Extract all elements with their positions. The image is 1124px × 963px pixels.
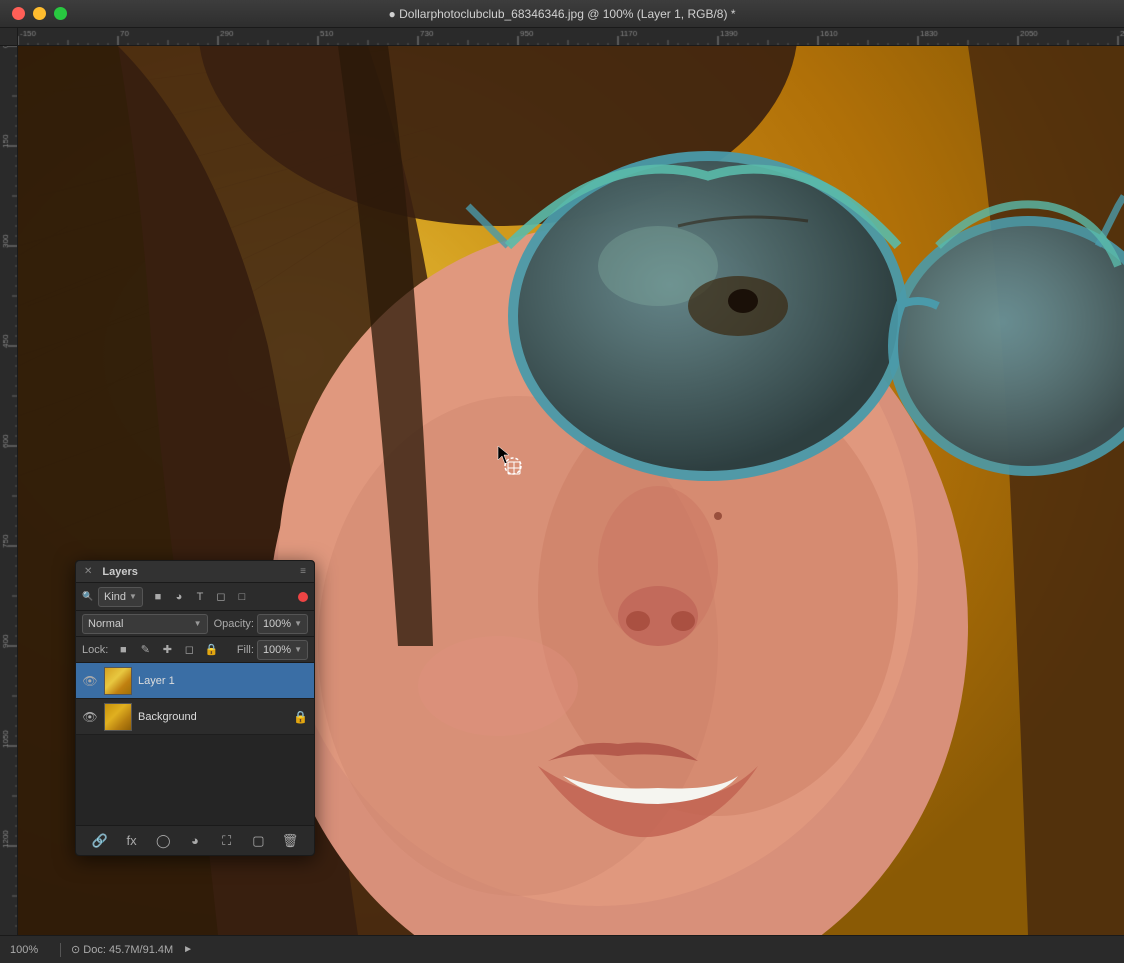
ruler-top <box>0 28 1124 46</box>
filter-pixel-icon[interactable]: ■ <box>149 588 167 606</box>
layers-filter-bar: 🔍 Kind ▼ ■ ◕ T ◻ □ <box>76 583 314 611</box>
new-layer-button[interactable]: ▢ <box>247 830 269 852</box>
opacity-chevron: ▼ <box>294 619 302 628</box>
layers-panel-titlebar[interactable]: ✕ Layers ≡ <box>76 561 314 583</box>
fill-dropdown[interactable]: 100% ▼ <box>257 640 308 660</box>
opacity-label: Opacity: <box>214 618 254 630</box>
new-group-button[interactable]: ⛶ <box>216 830 238 852</box>
background-visibility[interactable]: 👁 <box>82 709 98 725</box>
background-layer-name: Background <box>138 711 287 723</box>
titlebar-left: ✕ Layers <box>84 566 138 578</box>
filter-icons-row: ■ ◕ T ◻ □ <box>149 588 251 606</box>
blend-mode-label: Normal <box>88 618 191 630</box>
lock-transparent-button[interactable]: ■ <box>114 641 132 659</box>
filter-kind-chevron: ▼ <box>129 592 137 601</box>
layers-blend-row: Normal ▼ Opacity: 100% ▼ <box>76 611 314 637</box>
opacity-dropdown[interactable]: 100% ▼ <box>257 614 308 634</box>
blend-mode-chevron: ▼ <box>194 619 202 628</box>
fill-label: Fill: <box>237 644 254 656</box>
opacity-value: 100% <box>263 618 291 630</box>
minimize-button[interactable] <box>33 7 46 20</box>
search-icon: 🔍 <box>82 591 94 603</box>
layers-empty-area <box>76 735 314 825</box>
ruler-horizontal <box>18 28 1124 46</box>
layer-row[interactable]: 👁 Layer 1 <box>76 663 314 699</box>
layer-1-thumbnail <box>104 667 132 695</box>
layer-effects-button[interactable]: fx <box>121 830 143 852</box>
window-controls[interactable] <box>12 7 67 20</box>
layer-lock-icon: 🔒 <box>293 710 308 724</box>
layers-list: 👁 Layer 1 👁 Background 🔒 <box>76 663 314 735</box>
blend-mode-dropdown[interactable]: Normal ▼ <box>82 614 208 634</box>
layer-1-visibility[interactable]: 👁 <box>82 673 98 689</box>
lock-artboard-button[interactable]: ◻ <box>180 641 198 659</box>
layers-panel: ✕ Layers ≡ 🔍 Kind ▼ ■ ◕ T ◻ □ Normal ▼ O <box>75 560 315 856</box>
layer-1-name: Layer 1 <box>138 675 308 687</box>
filter-kind-label: Kind <box>104 591 126 603</box>
lock-pixels-button[interactable]: ✎ <box>136 641 154 659</box>
status-divider-1 <box>60 943 61 957</box>
fill-chevron: ▼ <box>294 645 302 654</box>
add-mask-button[interactable]: ◯ <box>152 830 174 852</box>
title-bar: ● Dollarphotoclubclub_68346346.jpg @ 100… <box>0 0 1124 28</box>
layer-row[interactable]: 👁 Background 🔒 <box>76 699 314 735</box>
status-expand-button[interactable]: ► <box>183 944 193 955</box>
panel-menu-icon[interactable]: ≡ <box>300 566 306 577</box>
background-thumbnail <box>104 703 132 731</box>
window-title: ● Dollarphotoclubclub_68346346.jpg @ 100… <box>389 7 736 21</box>
maximize-button[interactable] <box>54 7 67 20</box>
new-fill-adjustment-button[interactable]: ◕ <box>184 830 206 852</box>
panel-close-icon[interactable]: ✕ <box>84 566 92 577</box>
opacity-group: Opacity: 100% ▼ <box>214 614 308 634</box>
filter-shape-icon[interactable]: ◻ <box>212 588 230 606</box>
filter-smart-icon[interactable]: □ <box>233 588 251 606</box>
filter-type-icon[interactable]: T <box>191 588 209 606</box>
layers-panel-title: Layers <box>102 566 137 578</box>
zoom-level: 100% <box>10 944 50 956</box>
ruler-corner <box>0 28 18 46</box>
link-layers-button[interactable]: 🔗 <box>89 830 111 852</box>
close-button[interactable] <box>12 7 25 20</box>
ruler-left <box>0 46 18 935</box>
lock-position-button[interactable]: ✚ <box>158 641 176 659</box>
delete-layer-button[interactable]: 🗑 <box>279 830 301 852</box>
fill-value: 100% <box>263 644 291 656</box>
layers-bottom-bar: 🔗 fx ◯ ◕ ⛶ ▢ 🗑 <box>76 825 314 855</box>
fill-group: Fill: 100% ▼ <box>237 640 308 660</box>
doc-icon: ⊙ <box>71 944 80 956</box>
doc-size: ⊙ Doc: 45.7M/91.4M <box>71 943 173 956</box>
lock-label: Lock: <box>82 644 108 656</box>
filter-kind-dropdown[interactable]: Kind ▼ <box>98 587 143 607</box>
filter-toggle[interactable] <box>298 592 308 602</box>
layers-lock-row: Lock: ■ ✎ ✚ ◻ 🔒 Fill: 100% ▼ <box>76 637 314 663</box>
ruler-vertical <box>0 46 18 935</box>
status-bar: 100% ⊙ Doc: 45.7M/91.4M ► <box>0 935 1124 963</box>
lock-all-button[interactable]: 🔒 <box>202 641 220 659</box>
eye-open-icon: 👁 <box>82 674 97 688</box>
eye-open-icon: 👁 <box>82 710 97 724</box>
filter-adjustment-icon[interactable]: ◕ <box>170 588 188 606</box>
